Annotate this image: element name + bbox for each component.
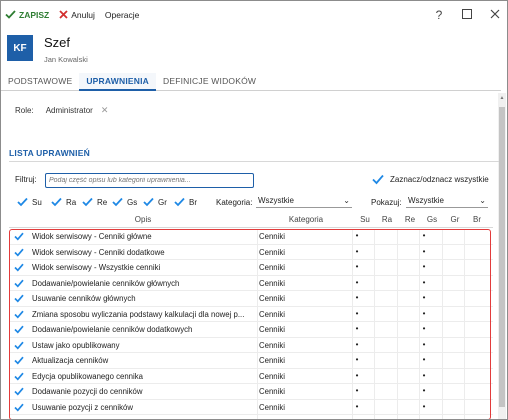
checkbox-checked-icon — [82, 197, 93, 207]
permissions-window: ZAPISZ Anuluj Operacje ? KF Szef Jan Kow… — [0, 0, 508, 420]
flag-label: Gs — [127, 197, 138, 207]
category-dropdown[interactable]: Wszystkie ⌄ — [256, 194, 352, 208]
vertical-scrollbar[interactable]: ▲ — [498, 93, 506, 419]
flag-label: Su — [32, 197, 42, 207]
tab-bar: PODSTAWOWE UPRAWNIENIA DEFINICJE WIDOKÓW — [1, 73, 501, 91]
role-value: Administrator — [45, 106, 93, 115]
checkbox-checked-icon — [51, 197, 62, 207]
filter-label: Filtruj: — [15, 175, 37, 184]
checkbox-checked-icon — [372, 174, 384, 185]
column-header-re[interactable]: Re — [398, 215, 422, 224]
page-subtitle: Jan Kowalski — [44, 55, 88, 64]
flags-row: Su Ra Re Gs Gr Br Kategoria: Wszystkie ⌄… — [15, 194, 495, 209]
flag-label: Br — [189, 197, 197, 207]
scroll-thumb[interactable] — [499, 107, 505, 407]
flag-label: Ra — [66, 197, 77, 207]
window-controls: ? — [433, 1, 501, 29]
section-title: LISTA UPRAWNIEŃ — [9, 148, 90, 158]
page-title: Szef — [44, 35, 71, 50]
help-icon[interactable]: ? — [433, 8, 445, 22]
flag-ra[interactable]: Ra — [51, 197, 76, 207]
close-icon — [59, 9, 68, 21]
maximize-icon[interactable] — [461, 8, 473, 22]
avatar: KF — [7, 35, 33, 61]
show-dropdown[interactable]: Wszystkie ⌄ — [406, 194, 488, 208]
select-all-label: Zaznacz/odznacz wszystkie — [390, 175, 489, 184]
category-label: Kategoria: — [216, 198, 253, 207]
flag-br[interactable]: Br — [174, 197, 197, 207]
tab-definicje-widokow[interactable]: DEFINICJE WIDOKÓW — [156, 73, 263, 91]
checkbox-checked-icon — [143, 197, 154, 207]
column-header-br[interactable]: Br — [465, 215, 489, 224]
column-header-ra[interactable]: Ra — [375, 215, 399, 224]
table-header: Opis Kategoria Su Ra Re Gs Gr Br — [9, 213, 493, 228]
scroll-up-icon[interactable]: ▲ — [499, 95, 505, 101]
checkbox-checked-icon — [174, 197, 185, 207]
filter-row: Filtruj: Zaznacz/odznacz wszystkie — [15, 173, 495, 188]
record-header: KF Szef Jan Kowalski — [1, 29, 507, 69]
flag-su[interactable]: Su — [17, 197, 42, 207]
flag-gs[interactable]: Gs — [112, 197, 137, 207]
toolbar: ZAPISZ Anuluj Operacje ? — [1, 1, 507, 29]
operations-menu[interactable]: Operacje — [100, 1, 145, 29]
column-header-gs[interactable]: Gs — [420, 215, 444, 224]
cancel-button[interactable]: Anuluj — [54, 1, 100, 29]
flag-label: Re — [97, 197, 108, 207]
flag-label: Gr — [158, 197, 167, 207]
chevron-down-icon: ⌄ — [479, 196, 486, 205]
check-icon — [5, 9, 16, 21]
select-all-checkbox[interactable]: Zaznacz/odznacz wszystkie — [372, 174, 489, 185]
section-divider — [9, 161, 499, 162]
save-label: ZAPISZ — [19, 10, 50, 20]
cancel-label: Anuluj — [71, 10, 95, 20]
chevron-down-icon: ⌄ — [343, 196, 350, 205]
flag-gr[interactable]: Gr — [143, 197, 167, 207]
tab-podstawowe[interactable]: PODSTAWOWE — [1, 73, 79, 91]
highlight-frame — [9, 229, 491, 419]
close-window-icon[interactable] — [489, 8, 501, 22]
operations-label: Operacje — [104, 10, 140, 20]
column-header-gr[interactable]: Gr — [443, 215, 467, 224]
checkbox-checked-icon — [112, 197, 123, 207]
remove-icon[interactable]: ✕ — [101, 105, 109, 116]
save-button[interactable]: ZAPISZ — [1, 1, 54, 29]
show-label: Pokazuj: — [371, 198, 402, 207]
filter-input[interactable] — [45, 173, 254, 188]
column-header-su[interactable]: Su — [353, 215, 377, 224]
role-label: Role: — [15, 106, 34, 115]
tab-uprawnienia[interactable]: UPRAWNIENIA — [79, 73, 156, 91]
category-value: Wszystkie — [258, 196, 294, 205]
column-header-kategoria[interactable]: Kategoria — [257, 215, 355, 224]
role-row: Role: Administrator ✕ — [15, 105, 108, 116]
column-header-opis[interactable]: Opis — [29, 215, 257, 224]
show-value: Wszystkie — [408, 196, 444, 205]
flag-re[interactable]: Re — [82, 197, 107, 207]
checkbox-checked-icon — [17, 197, 28, 207]
